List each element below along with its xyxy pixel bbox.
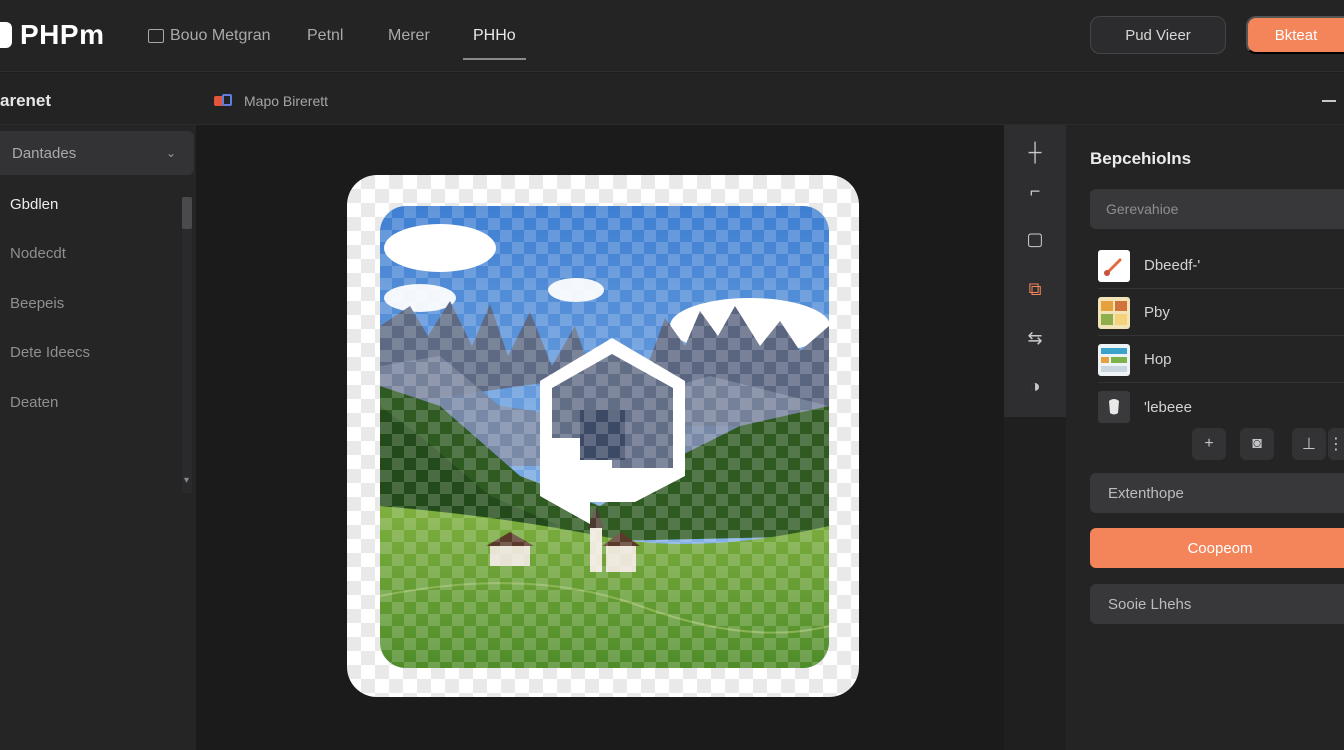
- nav-item-1[interactable]: Petnl: [307, 24, 343, 48]
- merge-icon[interactable]: ⊥: [1292, 428, 1326, 460]
- scrollbar-track[interactable]: [182, 197, 192, 493]
- layer-row[interactable]: 'lebeee: [1098, 384, 1344, 430]
- left-item-0[interactable]: Gbdlen: [10, 196, 58, 213]
- nav-item-2[interactable]: Merer: [388, 24, 430, 48]
- layer-label: Dbeedf-': [1144, 257, 1201, 274]
- scrollbar-thumb[interactable]: [182, 197, 192, 229]
- right-panel: Bepcehiolns Dbeedf-' Pby Hop 'lebeee + ◙…: [1066, 125, 1344, 750]
- scroll-down-icon[interactable]: ▾: [184, 475, 189, 486]
- settings-field[interactable]: Sooie Lhehs: [1090, 584, 1344, 624]
- nav-item-label: Merer: [388, 27, 430, 44]
- image-icon: [148, 29, 164, 43]
- layer-row[interactable]: Pby: [1098, 290, 1344, 336]
- image-card: [347, 175, 859, 697]
- minimize-icon[interactable]: [1322, 100, 1336, 102]
- left-item-3[interactable]: Dete Ideecs: [10, 344, 90, 361]
- sub-bar: arenet Mapo Birerett: [0, 73, 1344, 125]
- crosshair-icon[interactable]: ┼: [1020, 137, 1050, 167]
- frame-icon[interactable]: ▢: [1020, 224, 1050, 254]
- left-item-1[interactable]: Nodecdt: [10, 245, 66, 262]
- image-canvas[interactable]: [196, 125, 1004, 750]
- export-button[interactable]: Bkteat: [1246, 16, 1344, 54]
- breadcrumb-label: Mapo Birerett: [244, 93, 329, 109]
- crop-icon[interactable]: ⌐: [1020, 176, 1050, 206]
- extension-field[interactable]: Extenthope: [1090, 473, 1344, 513]
- layer-label: Hop: [1144, 351, 1172, 368]
- layer-label: 'lebeee: [1144, 398, 1192, 416]
- dropdown-label: Dantades: [12, 144, 77, 162]
- layers-icon[interactable]: ⧉: [1020, 274, 1050, 304]
- chevron-down-icon: ⌄: [165, 146, 176, 160]
- nav-item-3[interactable]: PHHo: [473, 24, 516, 48]
- left-item-2[interactable]: Beepeis: [10, 295, 64, 312]
- tooth-thumb-icon: [1098, 391, 1130, 423]
- grid-thumb-icon: [1098, 343, 1130, 376]
- plus-icon[interactable]: +: [1192, 428, 1226, 460]
- left-panel: Dantades ⌄ Gbdlen Nodecdt Beepeis Dete I…: [0, 125, 196, 750]
- duplicate-icon[interactable]: ◙: [1240, 428, 1274, 460]
- landscape-photo: [380, 206, 829, 668]
- layer-search-input[interactable]: [1090, 189, 1344, 229]
- layer-label: Pby: [1144, 304, 1170, 321]
- palette-thumb-icon: [1098, 296, 1130, 329]
- more-icon[interactable]: ⋮: [1328, 428, 1344, 460]
- nav-item-label: Bouo Metgran: [170, 27, 271, 44]
- tool-column-spacer: [1004, 417, 1066, 750]
- panel-title: arenet: [0, 91, 52, 110]
- category-dropdown[interactable]: Dantades ⌄: [0, 131, 194, 175]
- top-bar: PHPm Bouo Metgran Petnl Merer PHHo Pud V…: [0, 0, 1344, 72]
- breadcrumb[interactable]: Mapo Birerett: [214, 93, 328, 109]
- landscape-image: [380, 206, 829, 668]
- layer-row[interactable]: Dbeedf-': [1098, 243, 1344, 289]
- nav-item-label: Petnl: [307, 27, 344, 44]
- left-item-4[interactable]: Deaten: [10, 394, 58, 411]
- logo-mark-icon: [0, 22, 12, 48]
- layer-row[interactable]: Hop: [1098, 337, 1344, 383]
- nav-active-indicator: [463, 58, 526, 60]
- nav-item-0[interactable]: Bouo Metgran: [148, 24, 271, 48]
- app-brand: PHPm: [20, 19, 105, 50]
- compose-button[interactable]: Coopeom: [1090, 528, 1344, 568]
- brush-thumb-icon: [1098, 249, 1130, 282]
- properties-title: Bepcehiolns: [1090, 149, 1192, 168]
- nav-item-label: PHHo: [473, 27, 516, 44]
- app-logo[interactable]: PHPm: [0, 16, 104, 54]
- preview-button[interactable]: Pud Vieer: [1090, 16, 1226, 54]
- tool-column: ┼ ⌐ ▢ ⧉ ⇆ ◑: [1004, 125, 1066, 417]
- file-image-icon: [214, 94, 234, 108]
- mask-icon[interactable]: ◑: [1020, 371, 1050, 401]
- adjust-icon[interactable]: ⇆: [1020, 323, 1050, 353]
